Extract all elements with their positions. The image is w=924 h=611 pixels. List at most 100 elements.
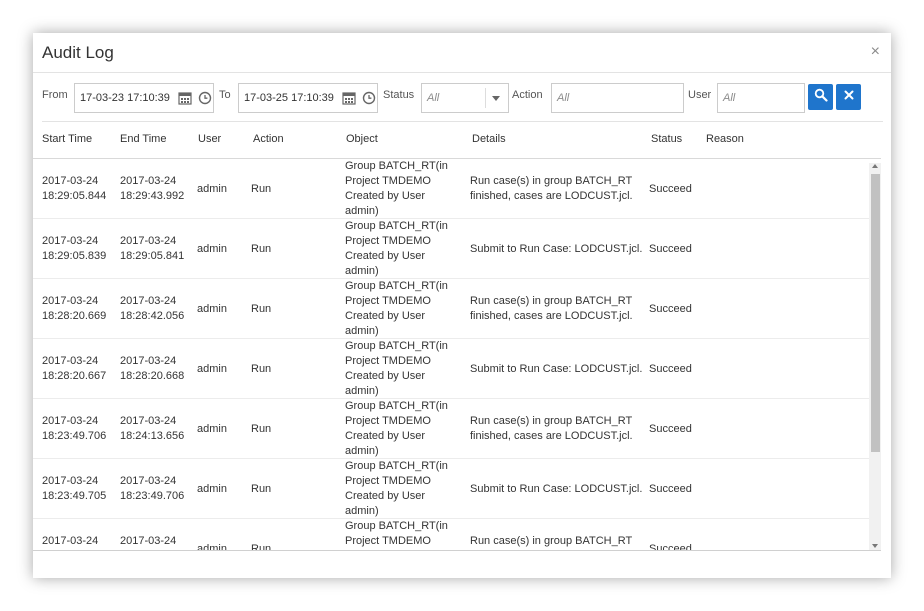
column-header-start-time[interactable]: Start Time <box>42 133 92 145</box>
details-cell: Run case(s) in group BATCH_RTfinished, c… <box>470 174 633 204</box>
column-header-user[interactable]: User <box>198 133 221 145</box>
action-cell-line: Run <box>251 423 272 435</box>
details-cell-line: Run case(s) in group BATCH_RT <box>470 295 633 307</box>
calendar-icon[interactable] <box>178 91 192 105</box>
search-button[interactable] <box>808 84 833 110</box>
table-row[interactable]: 2017-03-24 18:29:05.844 2017-03-24 18:29:43… <box>33 159 869 219</box>
column-header-status[interactable]: Status <box>651 133 682 145</box>
object-cell-line: Group BATCH_RT(in <box>345 400 448 412</box>
from-date-value: 17-03-23 17:10:39 <box>80 92 170 104</box>
scrollbar-thumb[interactable] <box>871 174 880 452</box>
details-cell-line: finished, cases are LODCUST.jcl. <box>470 430 633 442</box>
action-cell-line: Run <box>251 183 272 195</box>
user-cell-line: admin <box>197 363 227 375</box>
user-cell-line: admin <box>197 423 227 435</box>
chevron-down-icon[interactable] <box>490 93 504 107</box>
select-divider <box>485 88 486 108</box>
end-time-cell-line: 18:24:13.656 <box>120 430 185 442</box>
details-cell-line: Submit to Run Case: LODCUST.jcl. <box>470 243 643 255</box>
status-select[interactable]: All <box>421 83 509 113</box>
end-time-cell-line: 18:29:43.992 <box>120 190 185 202</box>
object-cell: Group BATCH_RT(in Project TMDEMO Created b… <box>345 459 448 519</box>
object-cell-line: Group BATCH_RT(in <box>345 340 448 352</box>
object-cell-line: Group BATCH_RT(in <box>345 520 448 532</box>
table-row[interactable]: 2017-03-24 18:23:49.705 2017-03-24 18:23:49… <box>33 459 869 519</box>
column-header-end-time[interactable]: End Time <box>120 133 166 145</box>
column-header-details[interactable]: Details <box>472 133 506 145</box>
start-time-cell: 2017-03-24 18:29:05.844 <box>42 174 106 204</box>
scroll-up-arrow-icon[interactable] <box>872 164 878 168</box>
details-cell: Run case(s) in group BATCH_RTfinished, c… <box>470 534 633 550</box>
start-time-cell-line: 2017-03-24 <box>42 535 99 547</box>
start-time-cell-line: 2017-03-24 <box>42 355 99 367</box>
clear-button[interactable] <box>836 84 861 110</box>
status-cell: Succeed <box>649 182 692 197</box>
object-cell-line: admin) <box>345 445 379 457</box>
end-time-cell-line: 2017-03-24 <box>120 535 177 547</box>
action-input[interactable]: All <box>551 83 684 113</box>
user-cell-line: admin <box>197 183 227 195</box>
user-cell: admin <box>197 422 227 437</box>
end-time-cell-line: 2017-03-24 <box>120 235 177 247</box>
calendar-icon[interactable] <box>342 91 356 105</box>
clock-icon[interactable] <box>362 91 376 105</box>
details-cell-line: Submit to Run Case: LODCUST.jcl. <box>470 363 643 375</box>
object-cell: Group BATCH_RT(in Project TMDEMO Created b… <box>345 339 448 399</box>
scroll-down-arrow-icon[interactable] <box>872 544 878 548</box>
object-cell-line: Group BATCH_RT(in <box>345 460 448 472</box>
start-time-cell: 2017-03-24 18:23:49.706 <box>42 414 106 444</box>
details-cell-line: finished, cases are LODCUST.jcl. <box>470 310 633 322</box>
start-time-cell-line: 18:23:49.706 <box>42 430 107 442</box>
clock-icon[interactable] <box>198 91 212 105</box>
object-cell-line: Created by User <box>345 370 426 382</box>
table-row[interactable]: 2017-03-24 18:29:05.839 2017-03-24 18:29:05… <box>33 219 869 279</box>
object-cell-line: Group BATCH_RT(in <box>345 280 448 292</box>
user-cell: admin <box>197 482 227 497</box>
column-header-action[interactable]: Action <box>253 133 284 145</box>
user-cell-line: admin <box>197 243 227 255</box>
user-cell: admin <box>197 542 227 550</box>
status-cell-line: Succeed <box>649 543 692 550</box>
audit-log-dialog: Audit Log × From 17-03-23 17:10:39 To 17… <box>33 33 891 578</box>
start-time-cell-line: 2017-03-24 <box>42 415 99 427</box>
table-row[interactable]: 2017-03-24 18:28:20.667 2017-03-24 18:28:20… <box>33 339 869 399</box>
action-cell: Run <box>251 182 271 197</box>
action-cell-line: Run <box>251 243 272 255</box>
to-date-input[interactable]: 17-03-25 17:10:39 <box>238 83 378 113</box>
column-header-object[interactable]: Object <box>346 133 378 145</box>
object-cell: Group BATCH_RT(in Project TMDEMO Created b… <box>345 399 448 459</box>
status-cell: Succeed <box>649 542 692 550</box>
user-cell: admin <box>197 362 227 377</box>
table-row[interactable]: 2017-03-24 18:23:49.706 2017-03-24 18:24:13… <box>33 399 869 459</box>
object-cell-line: Created by User <box>345 430 426 442</box>
details-cell-line: finished, cases are LODCUST.jcl. <box>470 190 633 202</box>
vertical-scrollbar[interactable] <box>869 163 881 550</box>
action-label: Action <box>512 89 543 101</box>
to-label: To <box>219 89 231 101</box>
object-cell-line: Project TMDEMO <box>345 355 431 367</box>
object-cell-line: admin) <box>345 505 379 517</box>
object-cell-line: Project TMDEMO <box>345 415 431 427</box>
end-time-cell-line: 2017-03-24 <box>120 175 177 187</box>
column-header-reason[interactable]: Reason <box>706 133 744 145</box>
start-time-cell-line: 2017-03-24 <box>42 175 99 187</box>
status-cell: Succeed <box>649 482 692 497</box>
table-row[interactable]: 2017-03-24 2017-03-24 admin Run Group BATCH_… <box>33 519 869 550</box>
object-cell-line: Project TMDEMO <box>345 235 431 247</box>
user-input[interactable]: All <box>717 83 805 113</box>
start-time-cell-line: 18:28:20.669 <box>42 310 107 322</box>
action-cell: Run <box>251 482 271 497</box>
end-time-cell-line: 18:29:05.841 <box>120 250 185 262</box>
end-time-cell: 2017-03-24 18:28:42.056 <box>120 294 184 324</box>
start-time-cell: 2017-03-24 18:23:49.705 <box>42 474 106 504</box>
end-time-cell-line: 2017-03-24 <box>120 295 177 307</box>
table-header: Start Time End Time User Action Object D… <box>33 122 891 158</box>
user-cell-line: admin <box>197 303 227 315</box>
from-date-input[interactable]: 17-03-23 17:10:39 <box>74 83 214 113</box>
close-icon[interactable]: × <box>871 44 880 60</box>
action-cell: Run <box>251 422 271 437</box>
object-cell: Group BATCH_RT(in Project TMDEMO Created b… <box>345 279 448 339</box>
action-cell: Run <box>251 302 271 317</box>
start-time-cell-line: 18:28:20.667 <box>42 370 107 382</box>
table-row[interactable]: 2017-03-24 18:28:20.669 2017-03-24 18:28:42… <box>33 279 869 339</box>
